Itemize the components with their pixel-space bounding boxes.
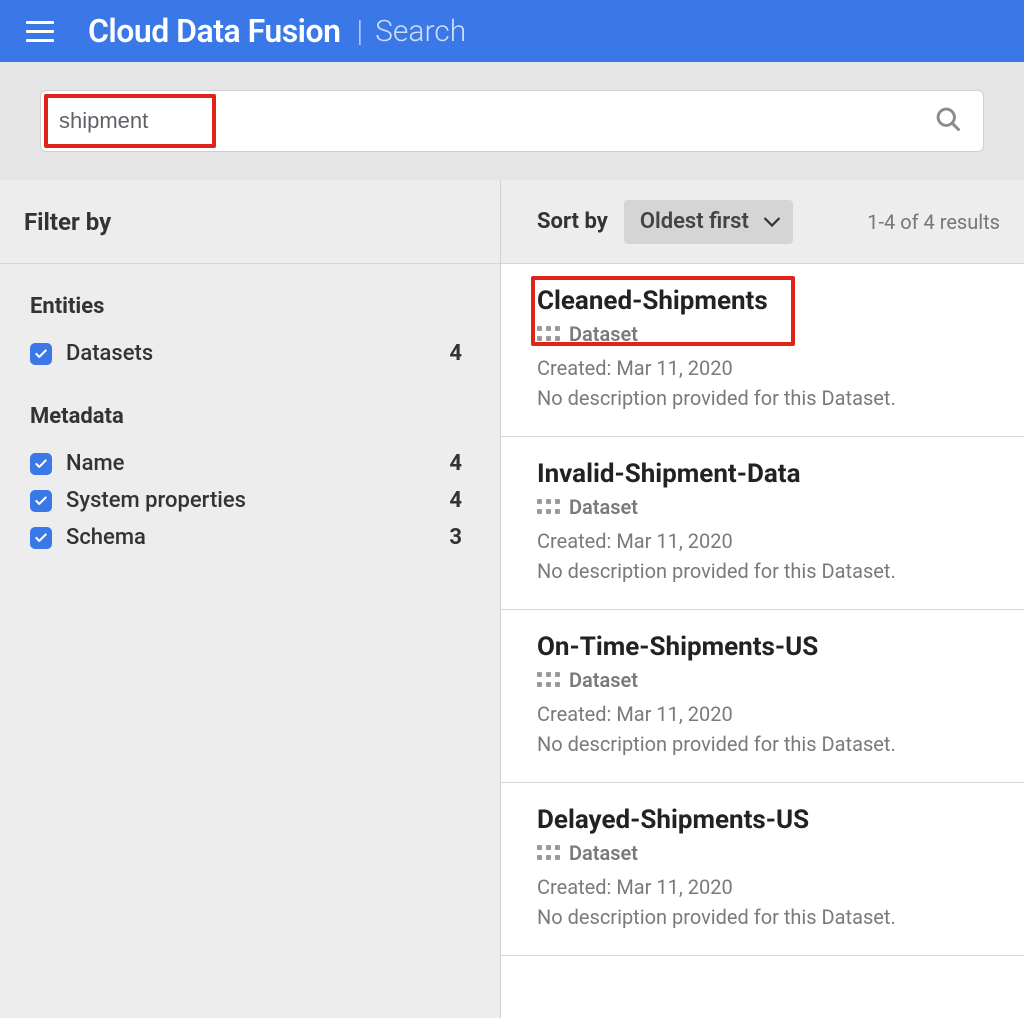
search-input[interactable] [40,90,984,152]
dataset-icon [537,326,561,342]
result-created: Created: Mar 11, 2020 [537,702,996,726]
result-created: Created: Mar 11, 2020 [537,875,996,899]
header-bar: Cloud Data Fusion | Search [0,0,1024,62]
columns: Filter by Entities Datasets 4 [0,180,1024,1018]
sort-value: Oldest first [640,209,749,234]
filter-row-system-properties[interactable]: System properties 4 [30,482,470,519]
results-count: 1-4 of 4 results [867,210,1000,234]
results-panel: Sort by Oldest first 1-4 of 4 results Cl… [501,180,1024,1018]
filter-header: Filter by [0,180,500,264]
brand-title: Cloud Data Fusion [88,12,340,50]
brand-divider: | [356,14,363,49]
sort-dropdown[interactable]: Oldest first [624,200,793,244]
checkbox-icon[interactable] [30,343,52,365]
filter-group-metadata: Metadata Name 4 [30,404,470,556]
result-list: Cleaned-Shipments Dataset Created: Mar 1… [501,264,1024,1018]
result-type: Dataset [569,322,638,346]
result-description: No description provided for this Dataset… [537,732,996,756]
dataset-icon [537,499,561,515]
result-description: No description provided for this Dataset… [537,905,996,929]
dataset-icon [537,672,561,688]
result-description: No description provided for this Dataset… [537,386,996,410]
filter-label: Schema [66,525,146,550]
checkbox-icon[interactable] [30,453,52,475]
search-strip [0,62,1024,180]
checkbox-icon[interactable] [30,527,52,549]
search-box-wrap [40,90,984,152]
result-type: Dataset [569,841,638,865]
filter-row-datasets[interactable]: Datasets 4 [30,335,470,372]
result-created: Created: Mar 11, 2020 [537,529,996,553]
filter-label: Datasets [66,341,153,366]
filter-body: Entities Datasets 4 Metadata [0,264,500,556]
dataset-icon [537,845,561,861]
checkbox-icon[interactable] [30,490,52,512]
menu-icon[interactable] [26,15,58,47]
result-type: Dataset [569,495,638,519]
filter-count: 4 [449,488,470,513]
result-title: Delayed-Shipments-US [537,805,996,835]
filter-group-title: Metadata [30,404,470,429]
filter-row-name[interactable]: Name 4 [30,445,470,482]
filter-label: Name [66,451,124,476]
filter-count: 4 [449,341,470,366]
filter-group-entities: Entities Datasets 4 [30,294,470,372]
chevron-down-icon [763,209,781,234]
sort-label: Sort by [537,209,608,234]
filter-row-schema[interactable]: Schema 3 [30,519,470,556]
result-item[interactable]: Invalid-Shipment-Data Dataset Created: M… [501,437,1024,610]
results-header: Sort by Oldest first 1-4 of 4 results [501,180,1024,264]
result-type: Dataset [569,668,638,692]
filter-count: 3 [449,525,470,550]
filter-count: 4 [449,451,470,476]
filter-group-title: Entities [30,294,470,319]
result-title: Cleaned-Shipments [537,286,996,316]
page-title: Search [375,14,466,49]
app-root: Cloud Data Fusion | Search Filter by Ent… [0,0,1024,1018]
filter-label: System properties [66,488,246,513]
result-item[interactable]: Cleaned-Shipments Dataset Created: Mar 1… [501,264,1024,437]
result-item[interactable]: On-Time-Shipments-US Dataset Created: Ma… [501,610,1024,783]
filter-sidebar: Filter by Entities Datasets 4 [0,180,501,1018]
result-title: Invalid-Shipment-Data [537,459,996,489]
result-description: No description provided for this Dataset… [537,559,996,583]
result-title: On-Time-Shipments-US [537,632,996,662]
result-item[interactable]: Delayed-Shipments-US Dataset Created: Ma… [501,783,1024,956]
result-created: Created: Mar 11, 2020 [537,356,996,380]
